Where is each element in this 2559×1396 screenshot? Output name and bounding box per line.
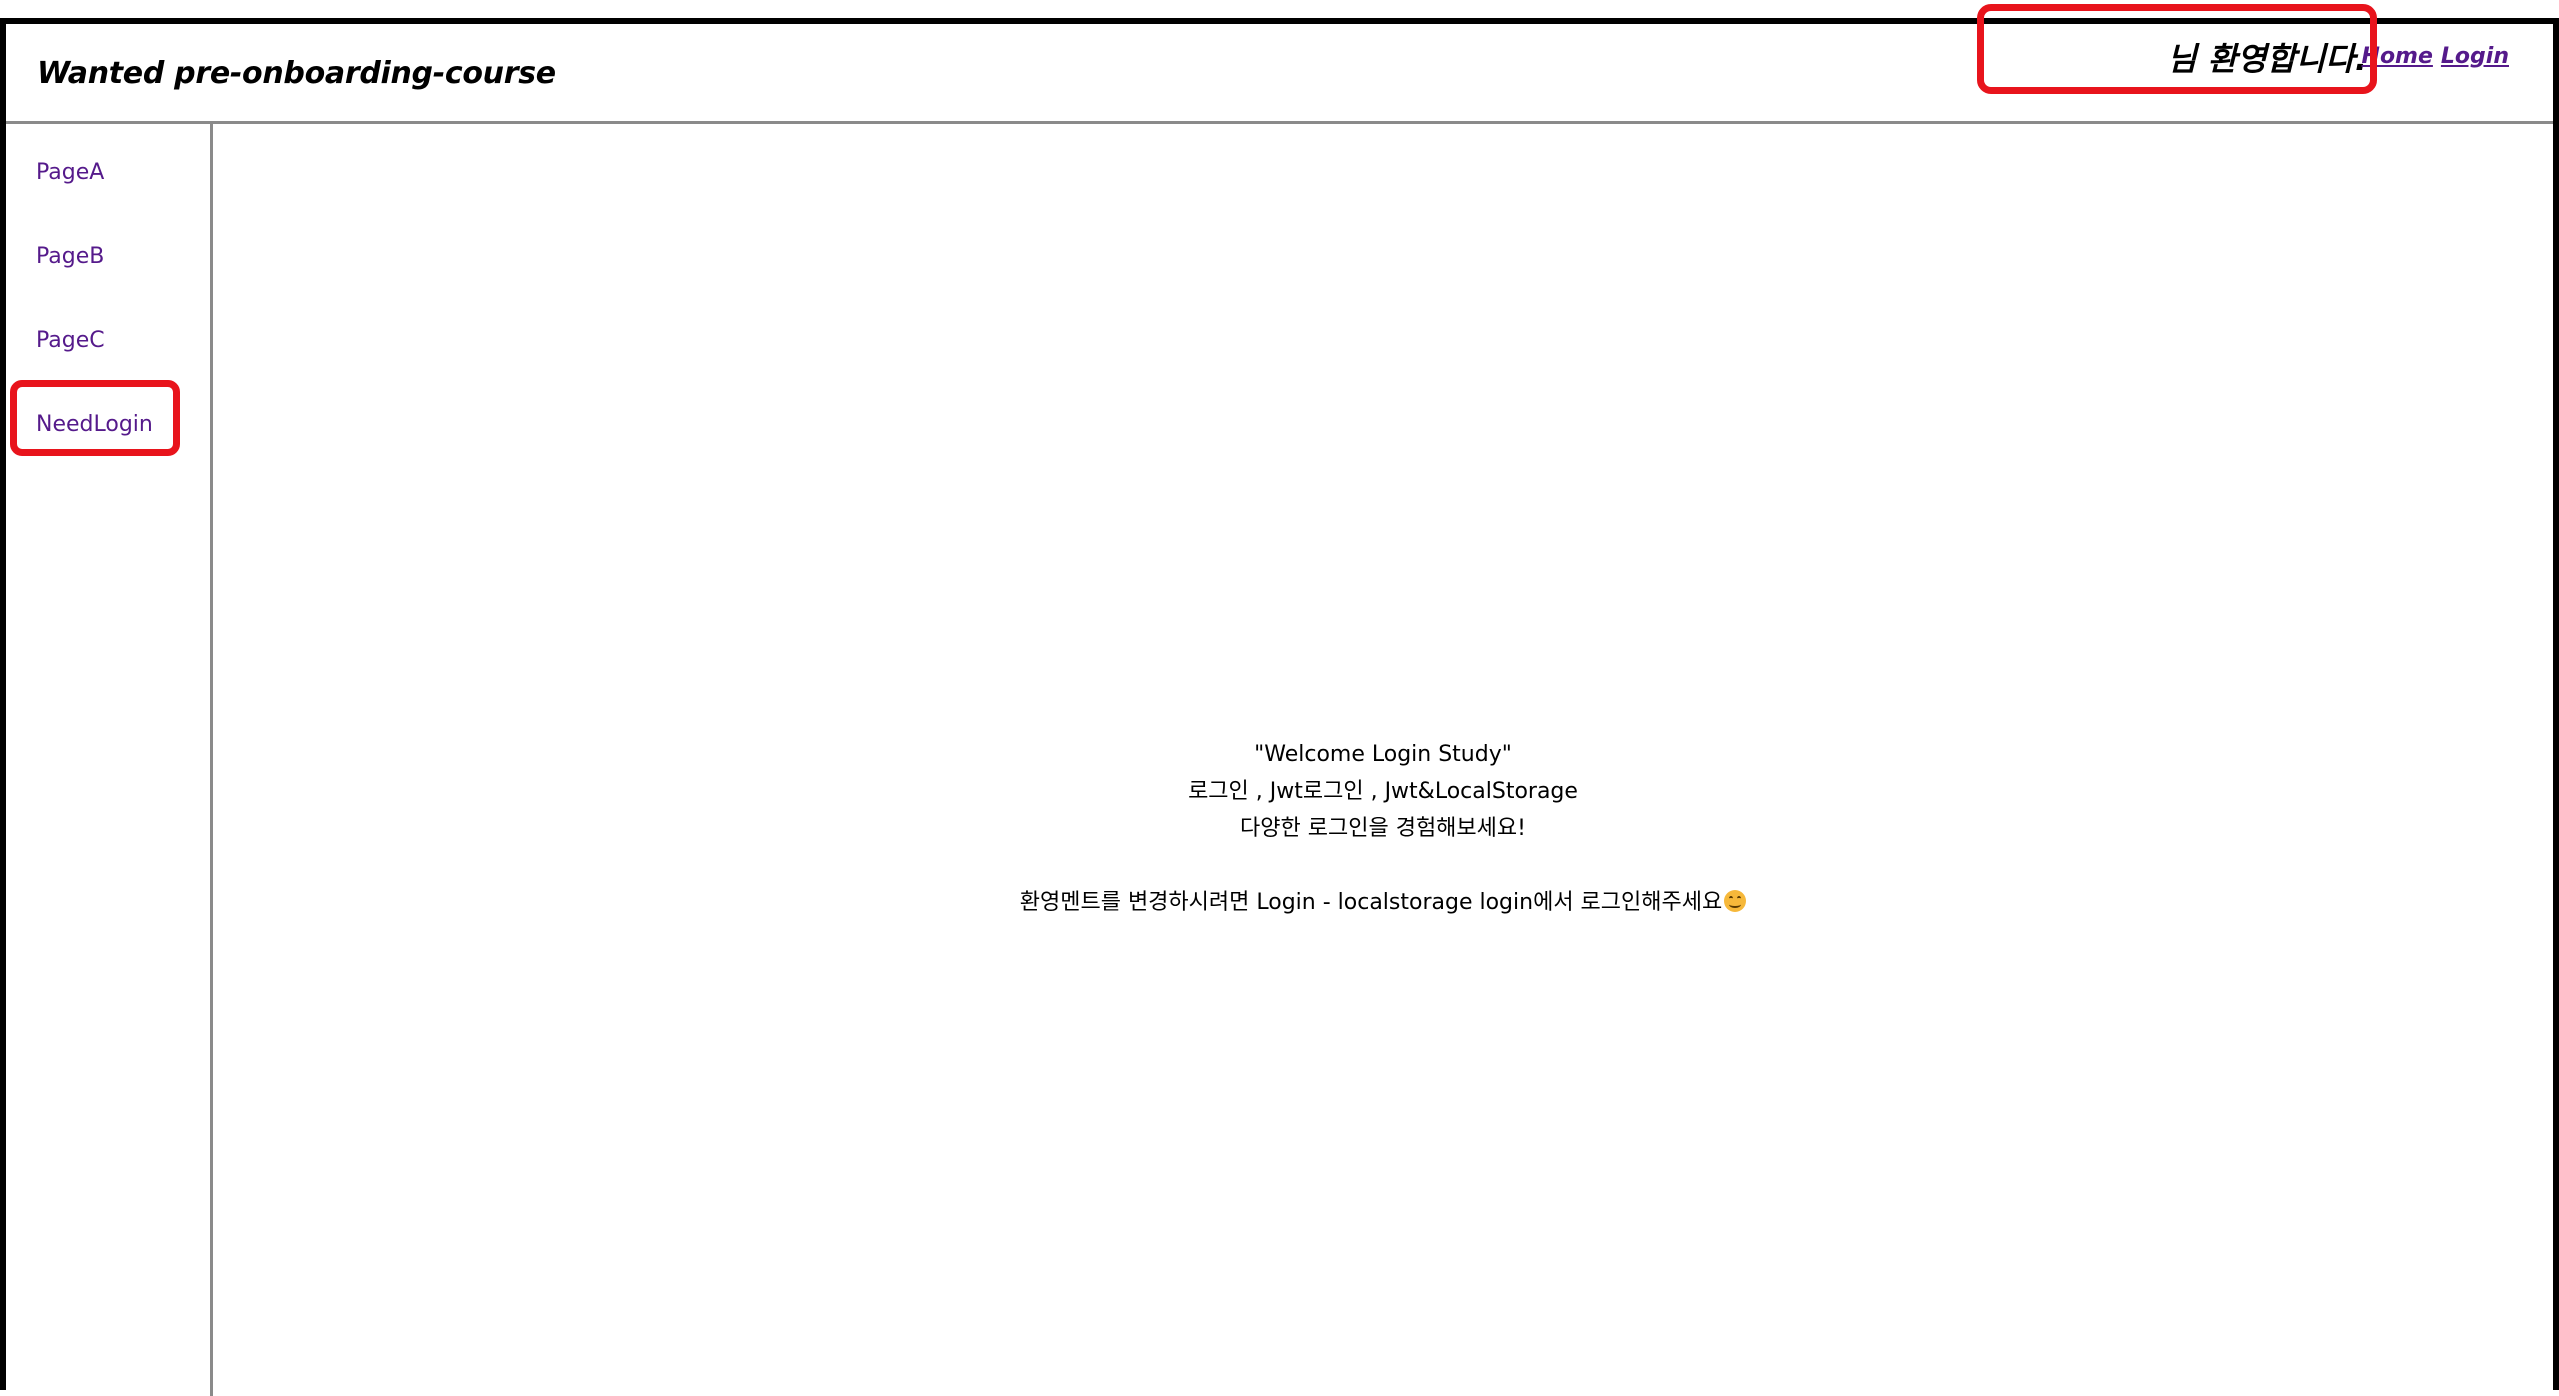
instruction-text: 환영멘트를 변경하시려면 Login - localstorage login에… bbox=[1019, 890, 1723, 915]
smiling-face-icon bbox=[1724, 890, 1747, 912]
home-link[interactable]: Home bbox=[2362, 44, 2433, 69]
welcome-line: 다양한 로그인을 경험해보세요! bbox=[1240, 816, 1526, 841]
app-window: Wanted pre-onboarding-course 님 환영합니다. Ho… bbox=[0, 18, 2559, 1396]
login-link[interactable]: Login bbox=[2441, 44, 2509, 69]
sidebar-item-needlogin[interactable]: NeedLogin bbox=[36, 412, 153, 437]
sidebar-item-pageb[interactable]: PageB bbox=[36, 244, 104, 269]
header: Wanted pre-onboarding-course 님 환영합니다. Ho… bbox=[6, 24, 2553, 124]
welcome-line: "Welcome Login Study" bbox=[1254, 742, 1512, 767]
welcome-greeting: 님 환영합니다. bbox=[2167, 40, 2367, 78]
instruction-line: 환영멘트를 변경하시려면 Login - localstorage login에… bbox=[213, 884, 2553, 921]
brand-title: Wanted pre-onboarding-course bbox=[37, 56, 556, 91]
sidebar-item-pagec[interactable]: PageC bbox=[36, 328, 105, 353]
welcome-line: 로그인 , Jwt로그인 , Jwt&LocalStorage bbox=[1188, 779, 1578, 804]
header-nav: Home Login bbox=[2362, 44, 2509, 69]
sidebar-item-pagea[interactable]: PageA bbox=[36, 160, 104, 185]
welcome-message: "Welcome Login Study" 로그인 , Jwt로그인 , Jwt… bbox=[213, 736, 2553, 921]
main-content: "Welcome Login Study" 로그인 , Jwt로그인 , Jwt… bbox=[213, 124, 2553, 1396]
sidebar: PageA PageB PageC NeedLogin bbox=[6, 124, 213, 1396]
